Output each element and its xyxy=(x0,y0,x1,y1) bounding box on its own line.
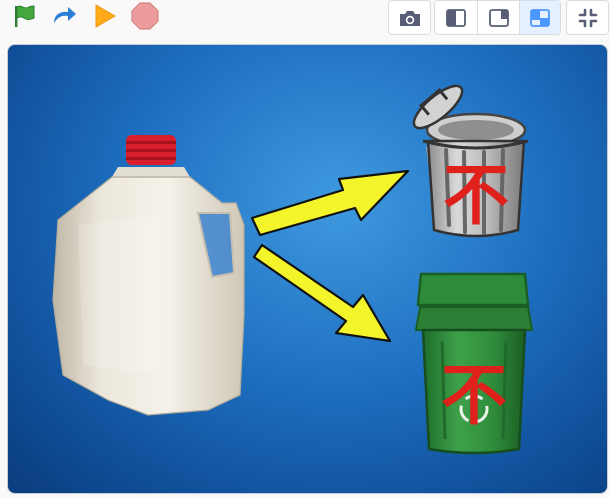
camera-icon[interactable] xyxy=(389,1,431,34)
stage-canvas[interactable]: 不 不 xyxy=(7,44,608,494)
green-flag-icon[interactable] xyxy=(10,2,38,30)
small-stage-icon[interactable] xyxy=(435,1,477,34)
recycle-bin[interactable]: 不 xyxy=(414,272,534,455)
stage-scene: 不 不 xyxy=(52,79,534,455)
arrow-to-recycle xyxy=(252,243,392,343)
stop-icon[interactable] xyxy=(131,2,159,30)
milk-jug[interactable] xyxy=(52,135,245,416)
normal-stage-icon[interactable] xyxy=(477,1,519,34)
layout-icon[interactable] xyxy=(519,1,560,34)
play-icon[interactable] xyxy=(91,2,119,30)
stage-toolbar xyxy=(0,0,610,40)
screenshot-group xyxy=(388,0,431,35)
trash-can-label: 不 xyxy=(443,157,509,234)
redo-icon[interactable] xyxy=(50,2,78,30)
fullscreen-group xyxy=(566,0,609,35)
fullscreen-icon[interactable] xyxy=(567,1,609,34)
trash-can[interactable]: 不 xyxy=(407,79,529,238)
recycle-bin-label: 不 xyxy=(441,357,507,434)
arrow-to-trash xyxy=(250,169,410,237)
stage-size-group xyxy=(434,0,561,35)
